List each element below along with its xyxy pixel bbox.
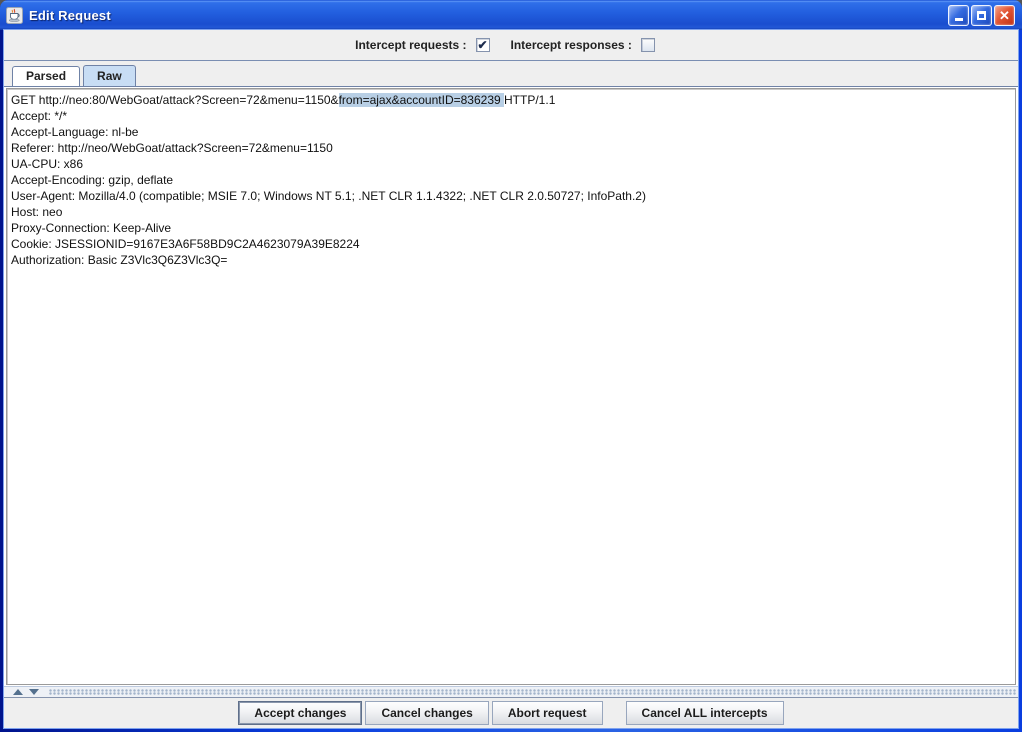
- tab-raw[interactable]: Raw: [83, 65, 136, 86]
- checkmark-icon: ✔: [477, 40, 487, 50]
- request-header-line: UA-CPU: x86: [11, 156, 1013, 172]
- request-header-line: Host: neo: [11, 204, 1013, 220]
- request-header-line: Accept-Language: nl-be: [11, 124, 1013, 140]
- java-app-icon: [6, 7, 23, 24]
- edit-request-window: Edit Request ✕ Intercept requests : ✔ In…: [0, 0, 1022, 732]
- close-icon: ✕: [999, 9, 1010, 22]
- request-header-line: Authorization: Basic Z3Vlc3Q6Z3Vlc3Q=: [11, 252, 1013, 268]
- request-header-line: User-Agent: Mozilla/4.0 (compatible; MSI…: [11, 188, 1013, 204]
- selected-text: from=ajax&accountID=836239: [339, 93, 504, 107]
- collapse-up-icon[interactable]: [13, 689, 23, 695]
- tab-strip: Parsed Raw: [4, 61, 1018, 87]
- tab-content: GET http://neo:80/WebGoat/attack?Screen=…: [4, 87, 1018, 686]
- request-header-line: Proxy-Connection: Keep-Alive: [11, 220, 1013, 236]
- request-line-first: GET http://neo:80/WebGoat/attack?Screen=…: [11, 92, 1013, 108]
- intercept-requests-label: Intercept requests :: [355, 38, 466, 52]
- window-body: Intercept requests : ✔ Intercept respons…: [4, 30, 1018, 728]
- tab-parsed[interactable]: Parsed: [12, 66, 80, 86]
- maximize-button[interactable]: [971, 5, 992, 26]
- window-title: Edit Request: [29, 8, 946, 23]
- maximize-icon: [977, 11, 986, 20]
- request-header-line: Cookie: JSESSIONID=9167E3A6F58BD9C2A4623…: [11, 236, 1013, 252]
- request-url-before-selection: GET http://neo:80/WebGoat/attack?Screen=…: [11, 93, 339, 107]
- collapse-down-icon[interactable]: [29, 689, 39, 695]
- close-button[interactable]: ✕: [994, 5, 1015, 26]
- abort-request-button[interactable]: Abort request: [492, 701, 603, 725]
- request-url-after-selection: HTTP/1.1: [504, 93, 555, 107]
- footer-button-bar: Accept changes Cancel changes Abort requ…: [4, 698, 1018, 728]
- split-pane-divider[interactable]: [4, 686, 1018, 698]
- request-header-line: Accept: */*: [11, 108, 1013, 124]
- raw-request-editor[interactable]: GET http://neo:80/WebGoat/attack?Screen=…: [6, 88, 1016, 685]
- request-headers: Accept: */*Accept-Language: nl-beReferer…: [11, 108, 1013, 268]
- accept-changes-button[interactable]: Accept changes: [238, 701, 362, 725]
- minimize-button[interactable]: [948, 5, 969, 26]
- request-header-line: Accept-Encoding: gzip, deflate: [11, 172, 1013, 188]
- minimize-icon: [955, 18, 963, 21]
- intercept-options-bar: Intercept requests : ✔ Intercept respons…: [4, 30, 1018, 61]
- intercept-responses-label: Intercept responses :: [511, 38, 632, 52]
- divider-grip[interactable]: [49, 689, 1016, 695]
- titlebar[interactable]: Edit Request ✕: [0, 0, 1022, 30]
- intercept-responses-checkbox[interactable]: ✔: [641, 38, 655, 52]
- cancel-changes-button[interactable]: Cancel changes: [365, 701, 488, 725]
- intercept-requests-checkbox[interactable]: ✔: [476, 38, 490, 52]
- request-header-line: Referer: http://neo/WebGoat/attack?Scree…: [11, 140, 1013, 156]
- cancel-all-intercepts-button[interactable]: Cancel ALL intercepts: [626, 701, 784, 725]
